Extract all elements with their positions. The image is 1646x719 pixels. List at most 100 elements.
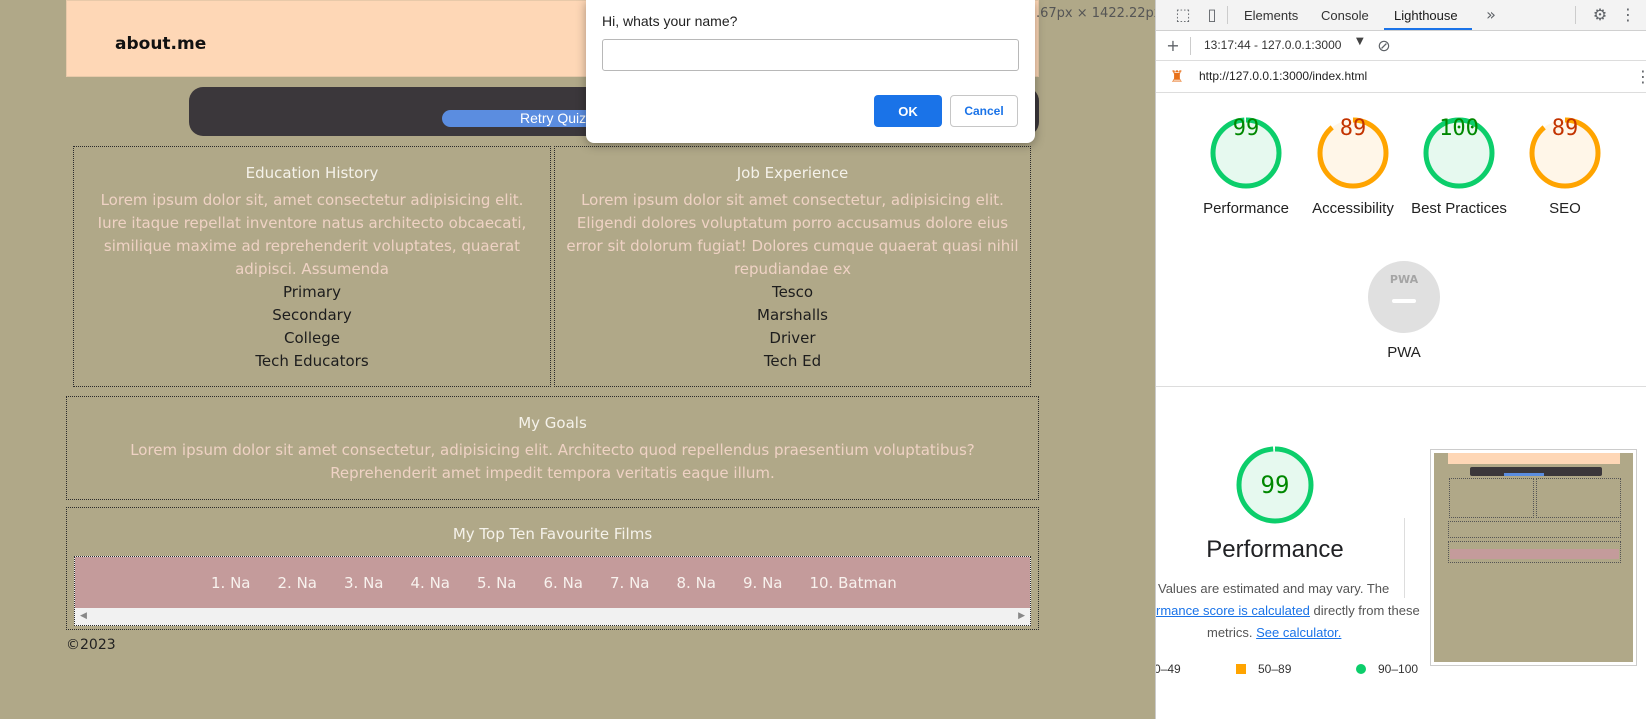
legend-label: 50–89 [1258, 662, 1292, 676]
final-screenshot-thumbnail[interactable] [1430, 449, 1637, 666]
performance-note: Values are estimated and may vary. The r… [1156, 578, 1426, 644]
film-item: 2. Na [277, 574, 318, 592]
goals-heading: My Goals [518, 414, 587, 432]
film-item: 4. Na [410, 574, 451, 592]
kebab-menu-icon[interactable]: ⋮ [1618, 5, 1638, 25]
note-text: metrics. [1207, 625, 1257, 640]
legend-average: 50–89 [1236, 662, 1291, 676]
education-heading: Education History [245, 164, 379, 182]
device-toggle-icon[interactable]: ▯ [1202, 5, 1222, 25]
site-logo[interactable]: about.me [115, 34, 206, 54]
gauge-score: 100 [1439, 116, 1479, 141]
see-calculator-link[interactable]: See calculator. [1256, 625, 1341, 640]
pwa-label: PWA [1387, 344, 1421, 361]
tab-lighthouse[interactable]: Lighthouse [1394, 8, 1458, 23]
film-item: 8. Na [676, 574, 717, 592]
education-list: Primary Secondary College Tech Educators [74, 281, 550, 373]
thumb-box [1536, 478, 1621, 518]
job-list: Tesco Marshalls Driver Tech Ed [555, 281, 1030, 373]
thumb-header [1448, 453, 1620, 464]
ok-button[interactable]: OK [874, 95, 942, 127]
horizontal-scrollbar[interactable]: ◀ ▶ [75, 608, 1030, 625]
scroll-left-icon[interactable]: ◀ [80, 611, 87, 621]
film-item: 6. Na [543, 574, 584, 592]
film-item: 9. Na [743, 574, 783, 592]
job-heading: Job Experience [736, 164, 849, 182]
gear-icon[interactable]: ⚙ [1590, 5, 1610, 25]
education-text: Lorem ipsum dolor sit, amet consectetur … [97, 191, 527, 278]
gauge-label: Performance [1203, 200, 1289, 217]
scroll-right-icon[interactable]: ▶ [1018, 611, 1025, 621]
job-text: Lorem ipsum dolor sit amet consectetur, … [566, 191, 1019, 278]
pwa-badge-text: PWA [1389, 273, 1419, 286]
gauge-score: 89 [1551, 116, 1579, 141]
dialog-message: Hi, whats your name? [602, 13, 738, 29]
tab-elements[interactable]: Elements [1244, 8, 1298, 23]
seo-gauge[interactable]: 89 [1528, 116, 1602, 190]
name-input[interactable] [602, 39, 1019, 71]
thumb-button [1504, 473, 1544, 476]
performance-gauge[interactable]: 99 [1209, 116, 1283, 190]
accessibility-gauge[interactable]: 89 [1316, 116, 1390, 190]
film-item: 1. Na [211, 574, 251, 592]
film-item: 5. Na [477, 574, 517, 592]
active-tab-indicator [1384, 28, 1472, 30]
film-item: 10. Batman [809, 574, 897, 592]
film-item: 3. Na [344, 574, 384, 592]
square-icon [1236, 664, 1246, 674]
education-section: Education History Lorem ipsum dolor sit,… [73, 146, 551, 387]
footer-copyright: ©2023 [66, 637, 116, 653]
chevron-down-icon[interactable]: ▼ [1356, 36, 1364, 47]
devtools-panel: ⬚ ▯ Elements Console Lighthouse » ⚙ ⋮ + … [1155, 0, 1646, 719]
clear-icon[interactable]: ⊘ [1374, 36, 1394, 56]
tab-console[interactable]: Console [1321, 8, 1369, 23]
divider [1190, 37, 1191, 55]
thumbnail-image [1434, 453, 1633, 662]
performance-title: Performance [1206, 536, 1344, 563]
thumb-filmstrip [1450, 549, 1619, 559]
legend-fail: 0–49 [1155, 662, 1181, 676]
list-item: Tesco [771, 283, 814, 301]
devtools-tabbar: ⬚ ▯ Elements Console Lighthouse » ⚙ ⋮ [1156, 0, 1646, 31]
list-item: College [284, 329, 340, 347]
list-item: Tech Ed [763, 352, 822, 370]
thumb-box [1449, 478, 1534, 518]
section-divider [1156, 386, 1646, 387]
divider [1575, 6, 1576, 24]
pwa-dash-icon [1392, 299, 1416, 303]
gauge-label: Accessibility [1312, 200, 1394, 217]
goals-section: My Goals Lorem ipsum dolor sit amet cons… [66, 396, 1039, 500]
webpage-viewport: about.me .67px × 1422.22px Retry Quiz? E… [0, 0, 1155, 719]
legend-label: 90–100 [1378, 662, 1419, 676]
note-text: directly from these [1309, 603, 1420, 618]
list-item: Primary [283, 283, 341, 301]
legend-label: 0–49 [1155, 662, 1181, 676]
film-item: 7. Na [610, 574, 650, 592]
gauge-score: 89 [1339, 116, 1367, 141]
report-selector[interactable]: 13:17:44 - 127.0.0.1:3000 [1204, 38, 1341, 52]
note-line: metrics. See calculator. [1156, 622, 1426, 644]
note-line: Values are estimated and may vary. The [1158, 581, 1390, 596]
gauge-score: 99 [1260, 471, 1290, 499]
inspect-element-icon[interactable]: ⬚ [1173, 5, 1193, 25]
pwa-badge[interactable]: PWA [1368, 261, 1440, 333]
divider [1227, 6, 1228, 24]
more-tabs-icon[interactable]: » [1481, 5, 1501, 25]
note-line: rmance score is calculated directly from… [1156, 600, 1426, 622]
list-item: Marshalls [757, 306, 828, 324]
films-scroll-container[interactable]: 1. Na 2. Na 3. Na 4. Na 5. Na 6. Na 7. N… [74, 556, 1031, 626]
gauge-label: Best Practices [1411, 200, 1507, 217]
list-item: Driver [769, 329, 816, 347]
score-calculation-link[interactable]: rmance score is calculated [1156, 603, 1310, 618]
dimensions-readout: .67px × 1422.22px [1036, 6, 1155, 21]
lighthouse-toolbar: + 13:17:44 - 127.0.0.1:3000 ▼ ⊘ [1156, 31, 1646, 61]
kebab-menu-icon[interactable]: ⋮ [1633, 67, 1646, 87]
goals-text: Lorem ipsum dolor sit amet consectetur, … [130, 441, 975, 482]
add-report-icon[interactable]: + [1163, 36, 1183, 56]
gauge-score: 99 [1232, 116, 1260, 141]
list-item: Secondary [272, 306, 352, 324]
cancel-button[interactable]: Cancel [950, 95, 1018, 127]
best-practices-gauge[interactable]: 100 [1422, 116, 1496, 190]
circle-icon [1356, 664, 1366, 674]
audited-url[interactable]: http://127.0.0.1:3000/index.html [1199, 69, 1367, 83]
